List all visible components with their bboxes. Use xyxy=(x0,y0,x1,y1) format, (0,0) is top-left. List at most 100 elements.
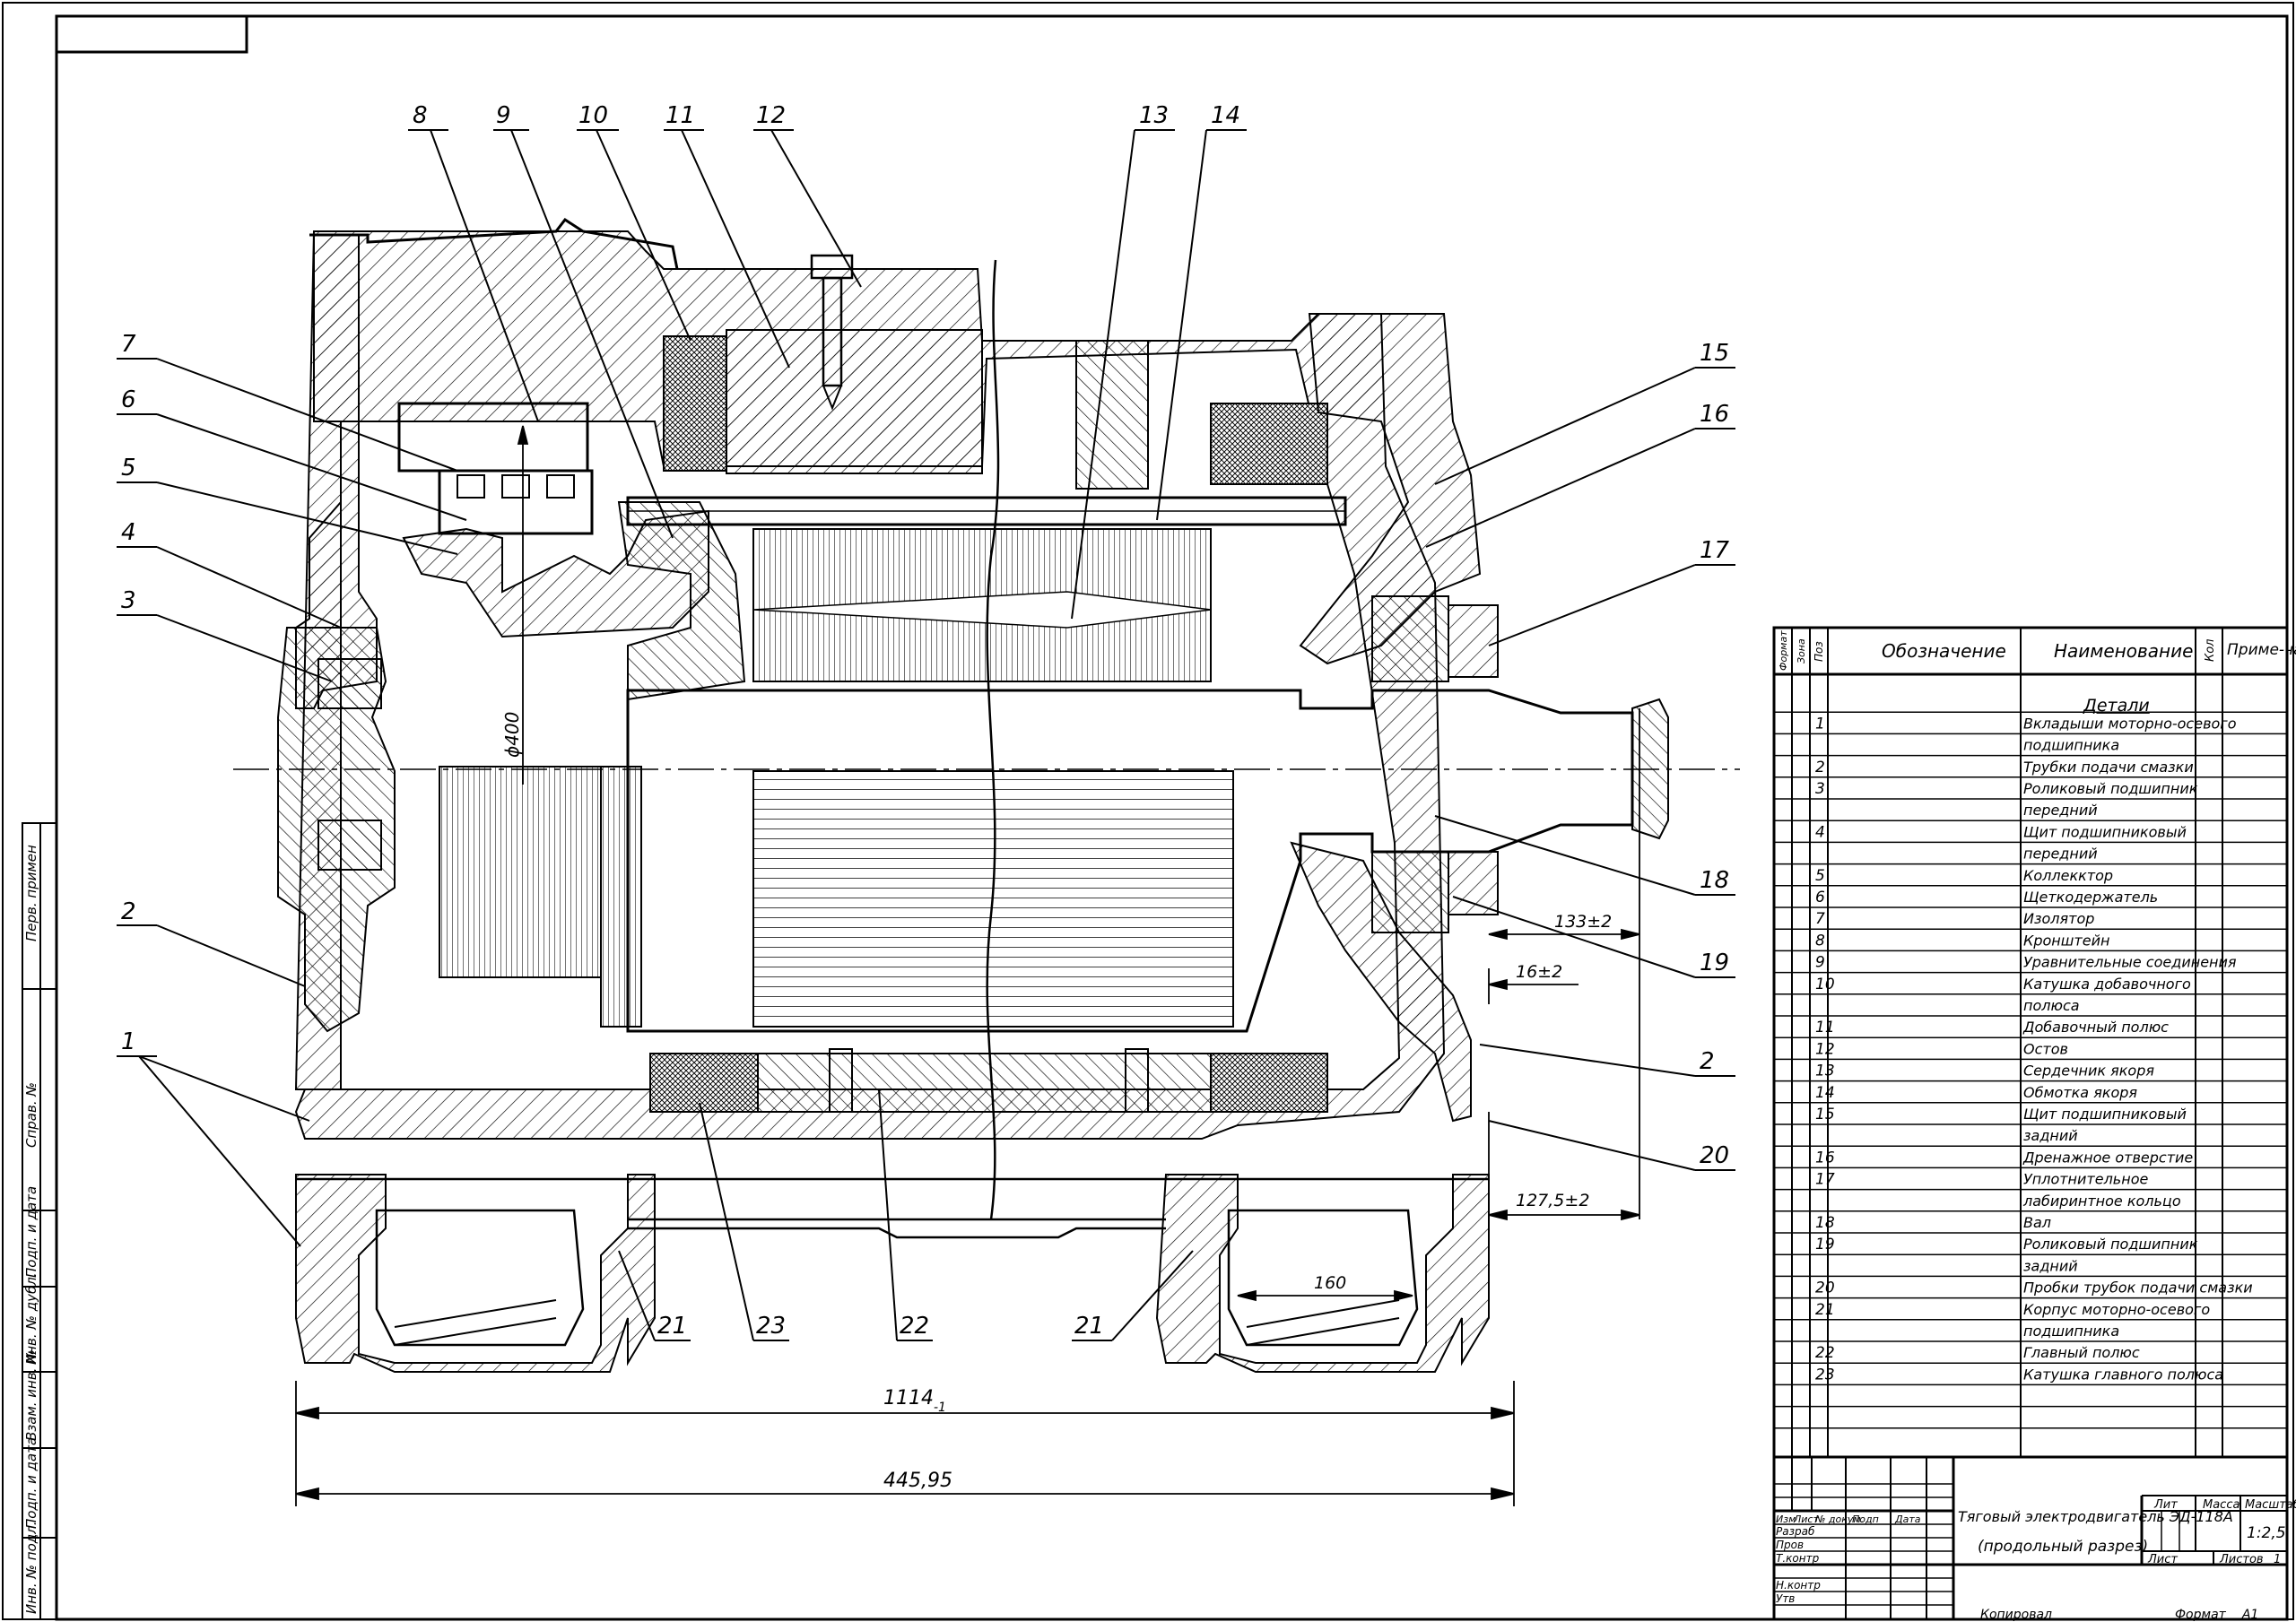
callout-22: 22 xyxy=(900,1313,929,1340)
col-date: Дата xyxy=(1894,1514,1921,1525)
table-row-pos: 22 xyxy=(1815,1344,1835,1362)
table-row-pos: 16 xyxy=(1815,1149,1835,1167)
callout-8: 8 xyxy=(413,102,428,129)
hdr-zone: Зона xyxy=(1796,638,1807,664)
lit-label: Лит xyxy=(2153,1498,2178,1512)
role-utv: Утв xyxy=(1776,1592,1795,1605)
table-row-pos: 4 xyxy=(1815,823,1825,841)
drawing-sheet: Перв. примен Справ. № Подп. и дата Инв. … xyxy=(2,2,2296,1622)
axle-spring-left xyxy=(394,1299,557,1346)
sheets-label: Листов xyxy=(2219,1553,2264,1566)
title-block: Изм Лист № докум. Подп Дата Разраб Пров … xyxy=(1772,1455,2296,1621)
callout-6: 6 xyxy=(121,386,136,413)
table-row-name: Вал xyxy=(2023,1214,2051,1231)
table-row-name: Катушка добавочного xyxy=(2023,976,2191,993)
table-row-pos: 7 xyxy=(1815,910,1825,928)
scale-value: 1:2,5 xyxy=(2247,1524,2286,1542)
mass-label: Масса xyxy=(2203,1498,2239,1512)
callout-14: 14 xyxy=(1211,102,1240,129)
dim-160: 160 xyxy=(1314,1273,1346,1293)
additional-pole xyxy=(726,329,983,474)
front-bearing-lower xyxy=(317,820,382,871)
table-row-pos: 23 xyxy=(1815,1366,1835,1383)
hdr-designation: Обозначение xyxy=(1882,640,2006,662)
table-row-pos: 21 xyxy=(1815,1301,1835,1319)
callout-9: 9 xyxy=(496,102,511,129)
callout-12: 12 xyxy=(756,102,786,129)
table-row-pos: 17 xyxy=(1815,1171,1835,1189)
base-bar xyxy=(296,1177,1489,1239)
table-row-name: Пробки трубок подачи смазки xyxy=(2023,1279,2253,1297)
dim-133: 133±2 xyxy=(1554,912,1612,932)
axle-spring-right xyxy=(1246,1299,1400,1346)
table-row-pos: 20 xyxy=(1815,1279,1835,1297)
callout-11: 11 xyxy=(665,102,695,129)
callout-13: 13 xyxy=(1139,102,1169,129)
callout-18: 18 xyxy=(1700,867,1729,894)
callout-19: 19 xyxy=(1700,950,1729,976)
table-row-name: Щеткодержатель xyxy=(2023,889,2158,906)
stamp-inv-podl: Инв. № подл. xyxy=(23,1522,39,1614)
table-row-pos: 6 xyxy=(1815,889,1825,906)
commutator xyxy=(439,766,602,978)
stamp-podp-data-1: Подп. и дата xyxy=(23,1186,39,1278)
role-tkontr: Т.контр xyxy=(1776,1552,1820,1565)
motor-section-drawing xyxy=(233,217,1740,1373)
stamp-sprav: Справ. № xyxy=(23,1082,39,1148)
sheets-count: 1 xyxy=(2274,1553,2281,1566)
table-row-pos: 5 xyxy=(1815,867,1825,885)
table-row-name: Сердечник якоря xyxy=(2023,1063,2154,1080)
table-row-name: Щит подшипниковый xyxy=(2023,823,2187,840)
dim-445-95: 445,95 xyxy=(883,1470,952,1492)
dim-127: 127,5±2 xyxy=(1516,1191,1589,1210)
callout-23: 23 xyxy=(756,1313,786,1340)
table-row-name: полюса xyxy=(2023,997,2080,1014)
table-row-name: лабиринтное кольцо xyxy=(2022,1193,2181,1210)
stamp-perv-primen: Перв. примен xyxy=(23,845,39,941)
table-row-name: Уплотнительное xyxy=(2023,1171,2148,1188)
callout-10: 10 xyxy=(578,102,608,129)
table-row-pos: 11 xyxy=(1815,1019,1835,1037)
table-row-name: подшипника xyxy=(2023,737,2119,754)
stamp-podp-data-2: Подп. и дата xyxy=(23,1437,39,1529)
brush-holder xyxy=(438,469,594,535)
hdr-name: Наименование xyxy=(2054,640,2193,662)
table-row-name: Катушка главного полюса xyxy=(2023,1366,2223,1383)
format-label: Формат A1 xyxy=(2175,1608,2258,1622)
main-pole-coil-right xyxy=(1210,1053,1328,1113)
table-row-pos: 13 xyxy=(1815,1063,1835,1080)
labyrinth-ring xyxy=(1448,604,1499,678)
table-row-pos: 14 xyxy=(1815,1084,1835,1102)
rear-bearing-upper xyxy=(1371,595,1449,682)
table-row-name: Изолятор xyxy=(2023,910,2094,927)
table-row-name: Роликовый подшипник xyxy=(2023,780,2198,797)
table-row-name: Трубки подачи смазки xyxy=(2023,759,2194,776)
table-row-name: задний xyxy=(2023,1257,2078,1274)
dim-1114: 1114-1 xyxy=(883,1387,946,1415)
callout-15: 15 xyxy=(1700,340,1729,367)
main-pole xyxy=(757,1053,1212,1113)
table-row-name: Вкладыши моторно-осевого xyxy=(2023,715,2237,732)
table-row-name: Дренажное отверстие xyxy=(2022,1149,2193,1166)
table-row-pos: 1 xyxy=(1815,715,1825,733)
role-razrab: Разраб xyxy=(1776,1525,1815,1538)
table-row-pos: 12 xyxy=(1815,1040,1835,1058)
interpole-coil xyxy=(663,335,727,472)
hdr-pos: Поз xyxy=(1813,641,1825,662)
dim-phi400: ϕ400 xyxy=(501,712,523,758)
table-row-name: Остов xyxy=(2023,1040,2068,1057)
callout-7: 7 xyxy=(121,331,136,358)
callout-21-right: 21 xyxy=(1074,1313,1104,1340)
callout-3: 3 xyxy=(121,587,136,614)
dim-16: 16±2 xyxy=(1516,962,1562,982)
table-row-pos: 15 xyxy=(1815,1106,1835,1123)
callout-21-left: 21 xyxy=(657,1313,687,1340)
role-prov: Пров xyxy=(1776,1539,1804,1551)
hdr-qty: Кол xyxy=(2204,639,2217,663)
callout-2-right: 2 xyxy=(1700,1048,1715,1075)
table-row-name: Корпус моторно-осевого xyxy=(2023,1301,2210,1318)
table-row-name: Щит подшипниковый xyxy=(2023,1106,2187,1123)
col-sign: Подп xyxy=(1852,1514,1879,1525)
callout-2-left: 2 xyxy=(121,898,136,925)
rear-winding-end xyxy=(1210,403,1328,485)
